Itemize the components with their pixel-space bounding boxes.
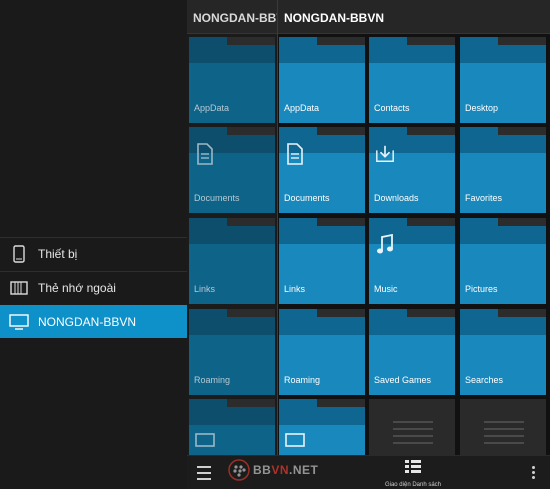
folder-tile-desktop[interactable]: Desktop bbox=[460, 37, 546, 123]
monitor-icon bbox=[9, 312, 29, 332]
list-view-button[interactable]: Giao diện Danh sách bbox=[373, 460, 453, 488]
folder-label: Desktop bbox=[465, 103, 499, 113]
folder-label: Links bbox=[284, 284, 306, 294]
folder-label: Documents bbox=[284, 193, 330, 203]
folder-label: Contacts bbox=[374, 103, 410, 113]
folder-label: Favorites bbox=[465, 193, 503, 203]
watermark-logo-icon bbox=[228, 459, 250, 481]
folder-tile[interactable]: Roaming bbox=[189, 309, 275, 395]
monitor-icon bbox=[195, 433, 215, 447]
folder-panel: NONGDAN-BBVN AppData Contacts Desktop Do… bbox=[277, 0, 550, 489]
folder-tile-music[interactable]: Music bbox=[369, 218, 455, 304]
sidebar-item-device[interactable]: Thiết bị bbox=[0, 237, 187, 270]
folder-panel-title: NONGDAN-BBVN bbox=[284, 11, 384, 25]
folder-label: AppData bbox=[284, 103, 320, 113]
folder-label: Saved Games bbox=[374, 375, 432, 385]
watermark: BBVN.NET bbox=[228, 456, 318, 484]
folder-tile-links[interactable]: Links bbox=[279, 218, 365, 304]
folder-label: Documents bbox=[194, 193, 240, 203]
folder-tile-downloads[interactable]: Downloads bbox=[369, 127, 455, 213]
sidebar-item-label: Thẻ nhớ ngoài bbox=[38, 281, 116, 295]
folder-label: Searches bbox=[465, 375, 504, 385]
memory-card-icon bbox=[9, 278, 29, 298]
folder-label: Downloads bbox=[374, 193, 419, 203]
phone-icon bbox=[9, 244, 29, 264]
watermark-text: BBVN.NET bbox=[253, 463, 319, 477]
previous-panel-title: NONGDAN-BBVN bbox=[193, 11, 277, 25]
folder-tile-saved-games[interactable]: Saved Games bbox=[369, 309, 455, 395]
folder-tile-appdata[interactable]: AppData bbox=[279, 37, 365, 123]
folder-label: AppData bbox=[194, 103, 230, 113]
folder-label: Links bbox=[194, 284, 216, 294]
list-view-label: Giao diện Danh sách bbox=[384, 482, 442, 488]
folder-tile-documents[interactable]: Documents bbox=[279, 127, 365, 213]
previous-panel-header: NONGDAN-BBVN bbox=[187, 0, 277, 34]
folder-tile[interactable]: AppData bbox=[189, 37, 275, 123]
folder-tile-contacts[interactable]: Contacts bbox=[369, 37, 455, 123]
device-sidebar: Thiết bị Thẻ nhớ ngoài NONGDAN-BBVN bbox=[0, 0, 187, 489]
menu-icon[interactable] bbox=[197, 466, 211, 480]
sidebar-item-label: NONGDAN-BBVN bbox=[38, 315, 137, 329]
folder-tile[interactable]: Links bbox=[189, 218, 275, 304]
document-icon bbox=[287, 143, 303, 165]
folder-tile-roaming[interactable]: Roaming bbox=[279, 309, 365, 395]
list-view-icon bbox=[405, 460, 421, 473]
sidebar-item-external-card[interactable]: Thẻ nhớ ngoài bbox=[0, 271, 187, 304]
previous-folder-panel: NONGDAN-BBVN AppData Documents Links Roa… bbox=[187, 0, 277, 489]
folder-tile[interactable]: Documents bbox=[189, 127, 275, 213]
folder-tile-searches[interactable]: Searches bbox=[460, 309, 546, 395]
document-icon bbox=[197, 143, 213, 165]
folder-label: Roaming bbox=[194, 375, 231, 385]
folder-label: Roaming bbox=[284, 375, 321, 385]
folder-label: Music bbox=[374, 284, 398, 294]
monitor-icon bbox=[285, 433, 305, 447]
folder-label: Pictures bbox=[465, 284, 498, 294]
folder-tile-favorites[interactable]: Favorites bbox=[460, 127, 546, 213]
sidebar-item-network-drive[interactable]: NONGDAN-BBVN bbox=[0, 305, 187, 338]
folder-tile-pictures[interactable]: Pictures bbox=[460, 218, 546, 304]
folder-panel-header: NONGDAN-BBVN bbox=[278, 0, 550, 34]
sidebar-item-label: Thiết bị bbox=[38, 247, 78, 261]
music-note-icon bbox=[377, 234, 393, 254]
download-icon bbox=[376, 145, 394, 162]
overflow-menu-icon[interactable] bbox=[532, 466, 536, 480]
